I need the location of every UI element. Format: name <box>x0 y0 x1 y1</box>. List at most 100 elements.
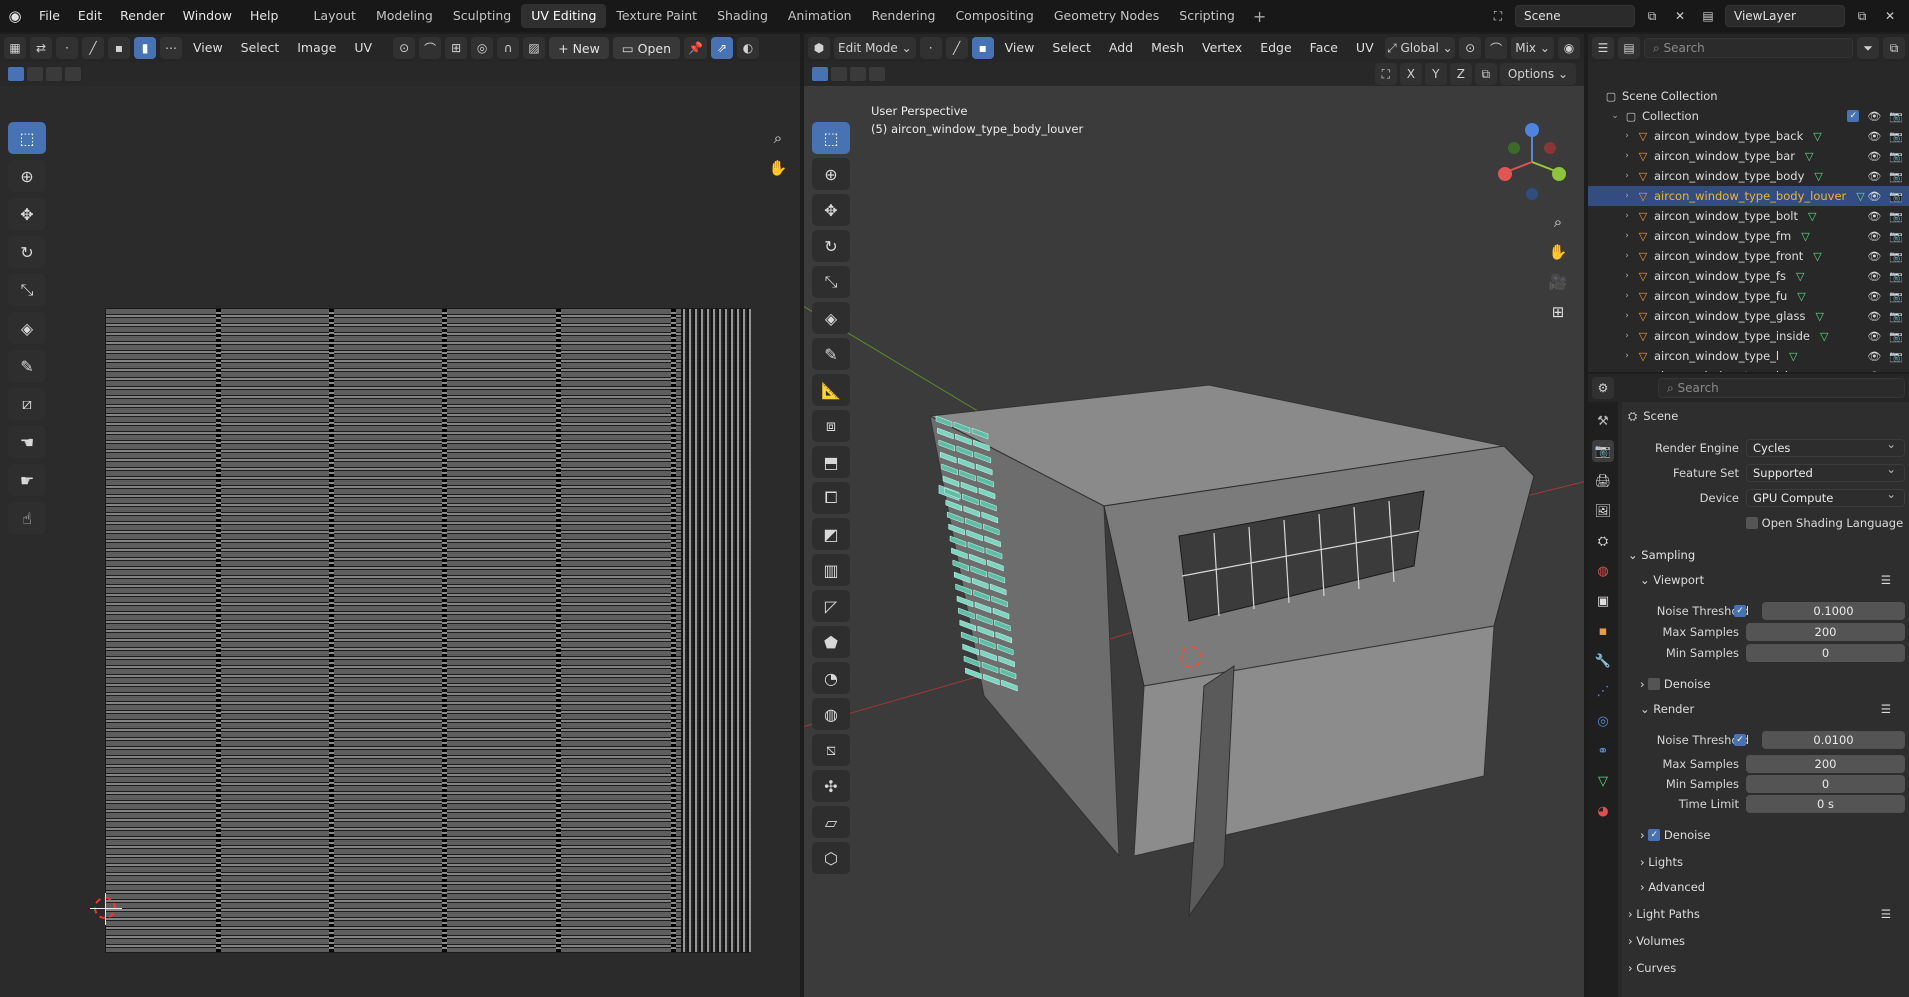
outliner-object-row[interactable]: › ▽ aircon_window_type_bar ▽ 👁 📷 <box>1588 146 1909 166</box>
select-mode-set-icon[interactable] <box>812 67 828 81</box>
eye-icon[interactable]: 👁 <box>1867 290 1881 303</box>
viewport-subpanel-header[interactable]: ⌄ Viewport ☰ <box>1622 570 1909 590</box>
select-mode-subtract-icon[interactable] <box>46 67 62 81</box>
add-workspace-icon[interactable]: + <box>1245 7 1274 26</box>
editor-type-icon[interactable]: ⬢ <box>808 37 830 59</box>
open-image-button[interactable]: ▭ Open <box>612 37 681 59</box>
eye-icon[interactable]: 👁 <box>1867 150 1881 163</box>
scale-tool-icon[interactable]: ⤡ <box>812 266 850 298</box>
uv-menu-uv[interactable]: UV <box>347 37 379 59</box>
camera-icon[interactable]: 📷 <box>1889 130 1903 143</box>
tab-uv-editing[interactable]: UV Editing <box>521 4 607 28</box>
tab-modeling[interactable]: Modeling <box>366 4 443 28</box>
light-paths-panel[interactable]: › Light Paths ☰ <box>1622 904 1909 924</box>
mode-selector[interactable]: Edit Mode ⌄ <box>834 37 916 59</box>
menu-window[interactable]: Window <box>174 0 241 32</box>
scene-selector[interactable]: Scene <box>1515 5 1635 27</box>
mesh-data-icon[interactable]: ▽ <box>1820 330 1828 343</box>
vp-menu-vertex[interactable]: Vertex <box>1195 37 1249 59</box>
outliner-object-row[interactable]: › ▽ aircon_window_type_bolt ▽ 👁 📷 <box>1588 206 1909 226</box>
overlay-icon[interactable]: ◐ <box>737 37 759 59</box>
chevron-right-icon[interactable]: › <box>1622 311 1632 321</box>
view-layer-icon[interactable]: ▤ <box>1697 5 1719 27</box>
vp-menu-face[interactable]: Face <box>1303 37 1345 59</box>
options-button[interactable]: Options ⌄ <box>1499 63 1576 85</box>
mesh-data-icon[interactable]: ▽ <box>1808 210 1816 223</box>
list-icon[interactable]: ☰ <box>1881 702 1891 716</box>
vp-max-samples-field[interactable]: 200 <box>1746 623 1905 641</box>
render-tab-icon[interactable]: 📷 <box>1592 440 1614 462</box>
loop-cut-tool-icon[interactable]: ▥ <box>812 554 850 586</box>
camera-icon[interactable]: 📷 <box>1889 170 1903 183</box>
mesh-data-icon[interactable]: ▽ <box>1813 130 1821 143</box>
select-box-tool-icon[interactable]: ⬚ <box>812 122 850 154</box>
select-mode-extend-icon[interactable] <box>27 67 43 81</box>
aircon-model[interactable] <box>804 86 1584 997</box>
menu-file[interactable]: File <box>30 0 69 32</box>
chevron-right-icon[interactable]: › <box>1622 131 1632 141</box>
eye-icon[interactable]: 👁 <box>1867 230 1881 243</box>
osl-checkbox[interactable] <box>1746 517 1758 529</box>
snap-target-icon[interactable]: ⊞ <box>445 37 468 59</box>
outliner-search-input[interactable]: ⌕ Search <box>1644 38 1853 58</box>
tab-animation[interactable]: Animation <box>778 4 862 28</box>
grab-tool-icon[interactable]: ☚ <box>8 426 46 458</box>
tab-compositing[interactable]: Compositing <box>945 4 1043 28</box>
edge-mode-icon[interactable]: ╱ <box>945 37 968 59</box>
lights-subpanel[interactable]: › Lights <box>1622 852 1909 872</box>
r-noise-threshold-checkbox[interactable]: ✓ <box>1734 734 1746 746</box>
measure-tool-icon[interactable]: 📐 <box>812 374 850 406</box>
blender-logo-icon[interactable]: ◉ <box>0 0 30 32</box>
proportional-selector[interactable]: Mix ⌄ <box>1511 37 1554 59</box>
mesh-data-icon[interactable]: ▽ <box>1813 250 1821 263</box>
vp-menu-add[interactable]: Add <box>1102 37 1140 59</box>
shrink-fatten-tool-icon[interactable]: ✣ <box>812 770 850 802</box>
mesh-data-icon[interactable]: ▽ <box>1796 270 1804 283</box>
world-tab-icon[interactable]: ◍ <box>1592 560 1614 582</box>
delete-scene-icon[interactable]: ✕ <box>1669 5 1691 27</box>
chevron-right-icon[interactable]: › <box>1622 171 1632 181</box>
select-box-tool-icon[interactable]: ⬚ <box>8 122 46 154</box>
eye-icon[interactable]: 👁 <box>1867 330 1881 343</box>
material-tab-icon[interactable]: ◕ <box>1592 800 1614 822</box>
snap-icon[interactable]: ⌒ <box>1485 37 1508 59</box>
tab-geometry-nodes[interactable]: Geometry Nodes <box>1044 4 1169 28</box>
tab-shading[interactable]: Shading <box>707 4 778 28</box>
chevron-right-icon[interactable]: › <box>1622 151 1632 161</box>
transform-tool-icon[interactable]: ◈ <box>812 302 850 334</box>
chevron-right-icon[interactable]: › <box>1622 371 1632 372</box>
tab-scripting[interactable]: Scripting <box>1169 4 1245 28</box>
sampling-panel-header[interactable]: ⌄ Sampling <box>1622 545 1909 565</box>
new-view-layer-icon[interactable]: ⧉ <box>1851 5 1873 27</box>
rip-tool-icon[interactable]: ⧄ <box>8 388 46 420</box>
pinch-tool-icon[interactable]: ☝ <box>8 502 46 534</box>
rip-region-tool-icon[interactable]: ⬡ <box>812 842 850 874</box>
mesh-data-icon[interactable]: ▽ <box>1815 310 1823 323</box>
vertex-select-icon[interactable]: · <box>56 37 78 59</box>
chevron-right-icon[interactable]: › <box>1622 271 1632 281</box>
render-subpanel-header[interactable]: ⌄ Render ☰ <box>1622 699 1909 719</box>
r-max-samples-field[interactable]: 200 <box>1746 755 1905 773</box>
constraints-tab-icon[interactable]: ⚭ <box>1592 740 1614 762</box>
camera-icon[interactable]: 📷 <box>1889 270 1903 283</box>
mesh-data-icon[interactable]: ▽ <box>1814 170 1822 183</box>
tab-sculpting[interactable]: Sculpting <box>443 4 521 28</box>
camera-icon[interactable]: 📷 <box>1889 250 1903 263</box>
outliner-object-row[interactable]: › ▽ aircon_window_type_fm ▽ 👁 📷 <box>1588 226 1909 246</box>
poly-build-tool-icon[interactable]: ⬟ <box>812 626 850 658</box>
display-mode-icon[interactable]: ▤ <box>1618 37 1640 59</box>
mirror-z-button[interactable]: Z <box>1449 63 1472 85</box>
snap-icon[interactable]: ⌒ <box>419 37 442 59</box>
3d-cursor-icon[interactable] <box>1180 646 1202 668</box>
pin-icon[interactable]: 📌 <box>684 37 707 59</box>
device-select[interactable]: GPU Compute <box>1746 487 1905 507</box>
chevron-right-icon[interactable]: › <box>1622 191 1632 201</box>
navigation-gizmo[interactable] <box>1492 122 1572 202</box>
eye-icon[interactable]: 👁 <box>1867 190 1881 203</box>
collection-row[interactable]: ⌄ ▢ Collection ✓ 👁 📷 <box>1588 106 1909 126</box>
mirror-x-button[interactable]: X <box>1399 63 1422 85</box>
annotate-tool-icon[interactable]: ✎ <box>8 350 46 382</box>
eye-icon[interactable]: 👁 <box>1867 110 1881 123</box>
scale-tool-icon[interactable]: ⤡ <box>8 274 46 306</box>
mesh-data-icon[interactable]: ▽ <box>1789 350 1797 363</box>
